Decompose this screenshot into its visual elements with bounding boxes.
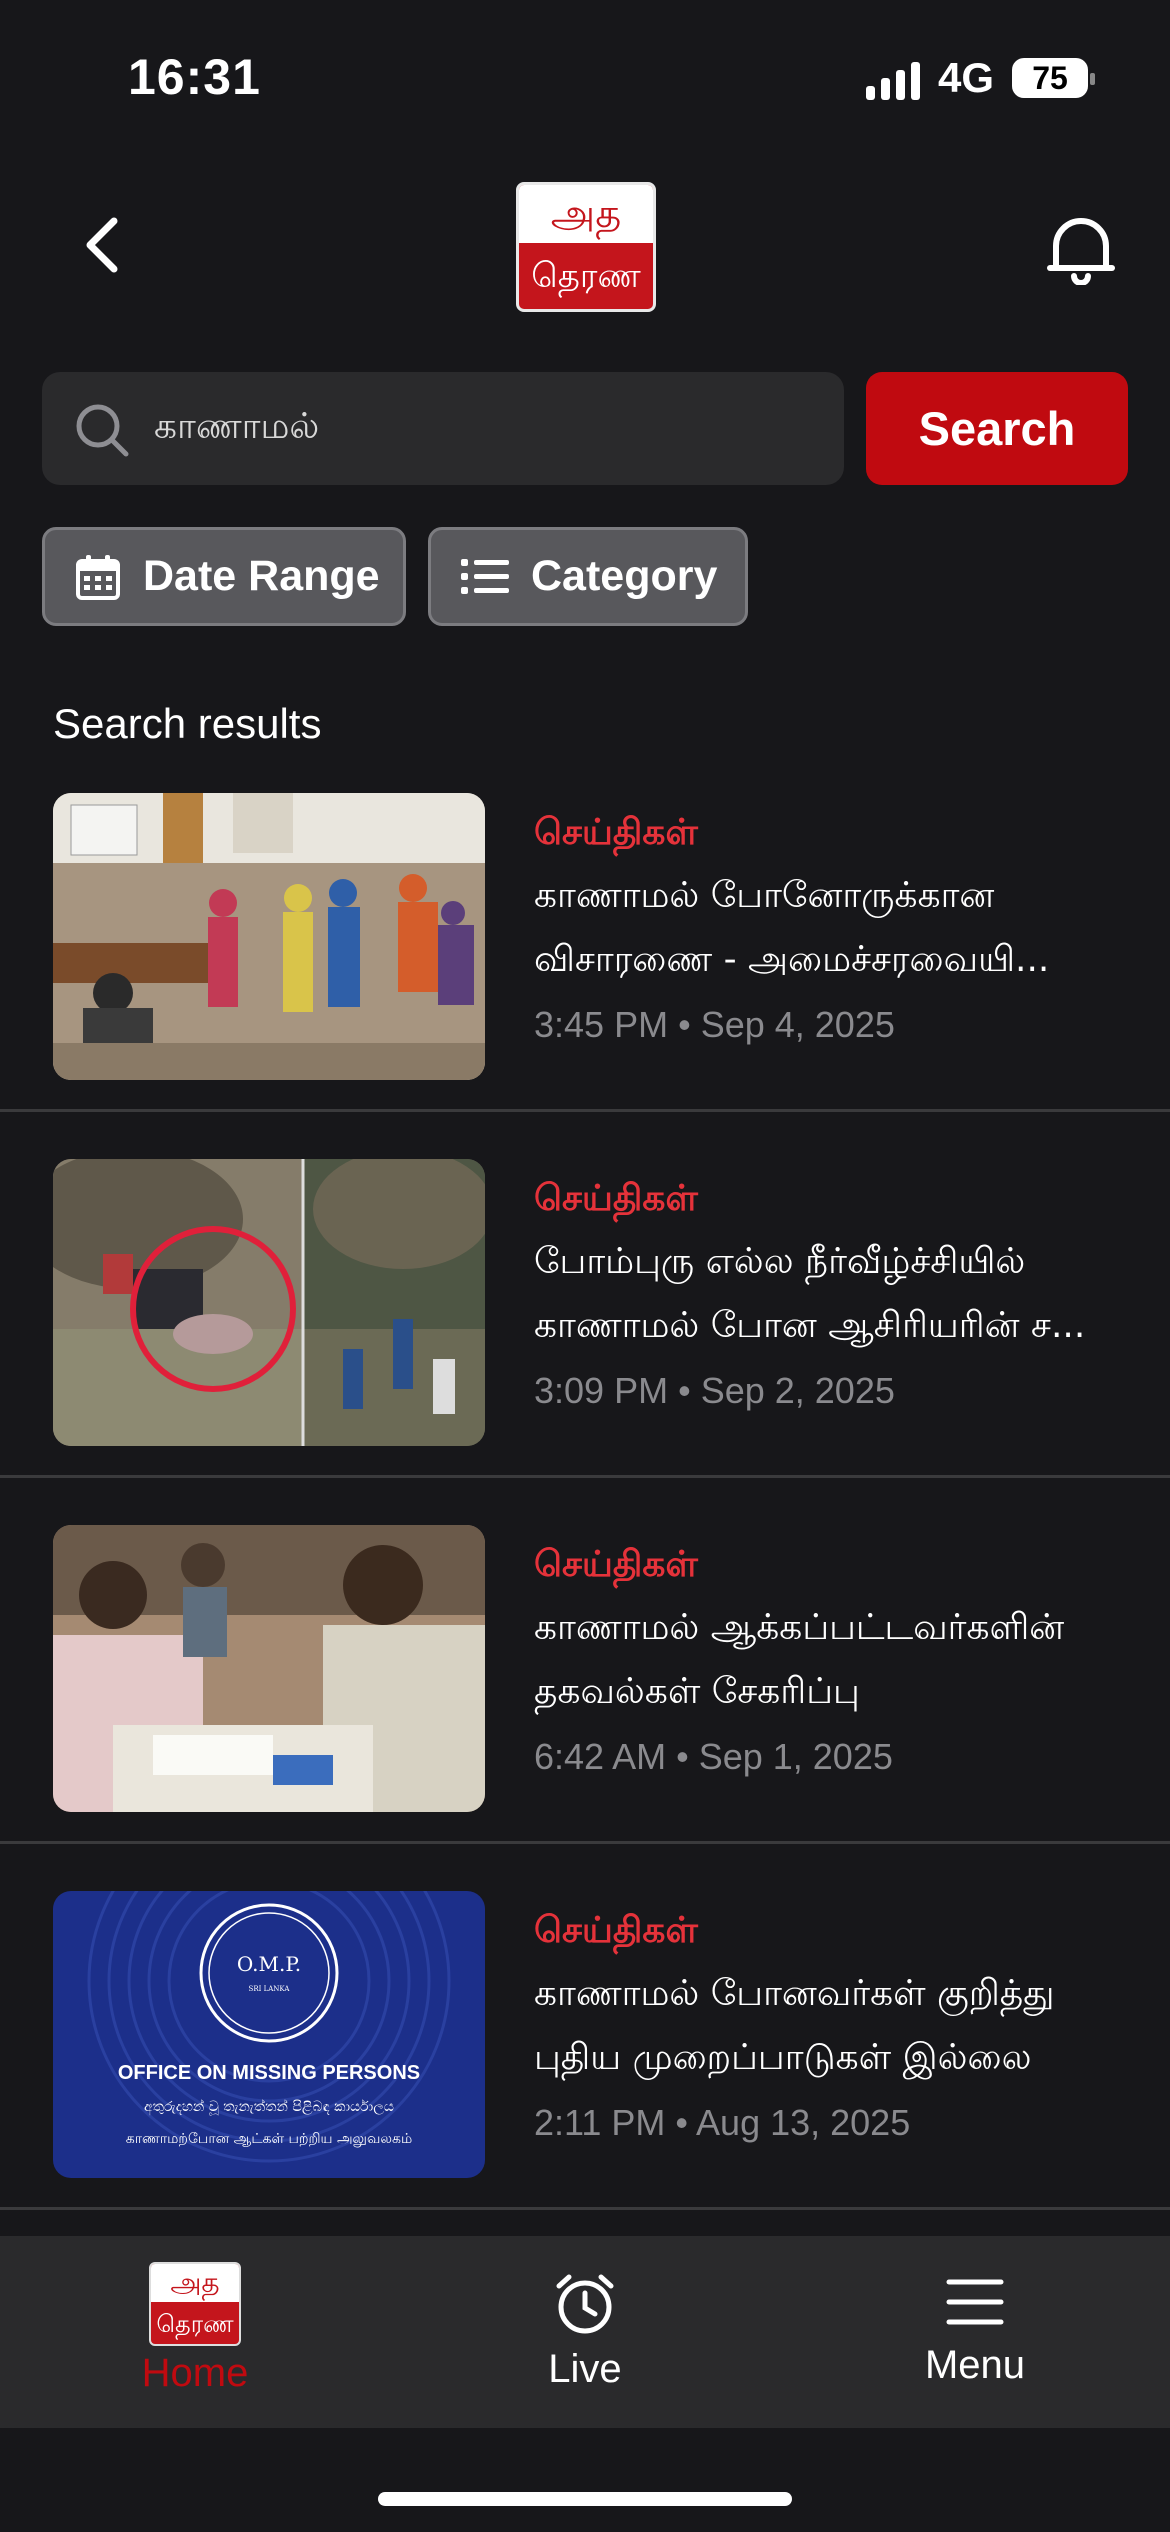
search-field[interactable]: காணாமல்	[42, 372, 844, 485]
result-time: 6:42 AM	[534, 1736, 667, 1777]
list-icon	[461, 558, 509, 594]
result-title-line: காணாமல் போனோருக்கான	[534, 875, 995, 916]
result-title[interactable]: காணாமல் ஆக்கப்பட்டவர்களின் தகவல்கள் சேகர…	[534, 1596, 1124, 1724]
result-time: 3:09 PM	[534, 1370, 669, 1411]
app-logo[interactable]: அத தெரண	[516, 182, 656, 312]
status-icons: 4G 75	[865, 54, 1095, 102]
category-button[interactable]: Category	[428, 527, 748, 626]
result-thumbnail[interactable]: O.M.P. SRI LANKA OFFICE ON MISSING PERSO…	[53, 1891, 485, 2178]
result-thumbnail[interactable]	[53, 1159, 485, 1446]
nav-home[interactable]: அத தெரண Home	[75, 2262, 315, 2396]
home-logo-bottom: தெரண	[156, 2310, 234, 2338]
result-title[interactable]: காணாமல் போனவர்கள் குறித்து புதிய முறைப்ப…	[534, 1962, 1124, 2090]
result-title-line: காணாமல் போனவர்கள் குறித்து	[534, 1973, 1055, 2014]
nav-home-label: Home	[141, 2351, 249, 2395]
result-category: செய்திகள்	[534, 1910, 698, 1951]
result-title-line: காணாமல் ஆக்கப்பட்டவர்களின்	[534, 1607, 1065, 1648]
bottom-nav: அத தெரண Home Live Menu	[0, 2236, 1170, 2428]
back-button[interactable]	[80, 215, 140, 275]
signal-icon	[865, 56, 920, 100]
result-meta: 6:42 AM • Sep 1, 2025	[534, 1736, 893, 1777]
documents-table-photo	[53, 1525, 485, 1812]
search-input[interactable]: காணாமல்	[154, 406, 319, 452]
omp-name: OFFICE ON MISSING PERSONS	[118, 2062, 420, 2084]
result-title-line: காணாமல் போன ஆசிரியரின் ச...	[534, 1305, 1086, 1346]
result-item[interactable]: செய்திகள் காணாமல் போனோருக்கான விசாரணை - …	[0, 746, 1170, 1112]
home-logo-icon: அத தெரண	[149, 2262, 241, 2346]
battery-icon: 75	[1012, 58, 1095, 98]
status-time: 16:31	[128, 49, 261, 105]
nav-live[interactable]: Live	[465, 2272, 705, 2392]
result-title[interactable]: போம்புரு எல்ல நீர்வீழ்ச்சியில் காணாமல் ப…	[534, 1230, 1124, 1358]
omp-banner: O.M.P. SRI LANKA OFFICE ON MISSING PERSO…	[53, 1891, 485, 2178]
omp-sinhala: අතුරුදහන් වූ තැනැත්තන් පිළිබඳ කාර්යාලය	[144, 2099, 394, 2116]
omp-tamil: காணாமற்போன ஆட்கள் பற்றிய அலுவலகம்	[126, 2131, 412, 2147]
result-date: Sep 2, 2025	[700, 1370, 895, 1411]
logo-top-text: அத	[519, 185, 653, 243]
result-category: செய்திகள்	[534, 1544, 698, 1585]
result-title-line: புதிய முறைப்பாடுகள் இல்லை	[534, 2037, 1032, 2078]
result-time: 2:11 PM	[534, 2102, 666, 2143]
result-category: செய்திகள்	[534, 812, 698, 853]
waterfall-rescue-photo	[53, 1159, 485, 1446]
app-header: அத தெரண	[0, 170, 1170, 320]
network-type: 4G	[937, 54, 994, 101]
result-title[interactable]: காணாமல் போனோருக்கான விசாரணை - அமைச்சரவைய…	[534, 864, 1124, 992]
result-title-line: விசாரணை - அமைச்சரவையி...	[534, 939, 1050, 980]
chevron-left-icon	[86, 217, 118, 273]
home-logo-top: அத	[151, 2264, 239, 2302]
search-icon	[76, 404, 129, 457]
result-item[interactable]: செய்திகள் காணாமல் ஆக்கப்பட்டவர்களின் தகவ…	[0, 1478, 1170, 1844]
status-bar: 16:31 4G 75	[0, 0, 1170, 150]
result-date: Sep 1, 2025	[698, 1736, 893, 1777]
battery-level: 75	[1032, 59, 1068, 96]
result-thumbnail[interactable]	[53, 793, 485, 1080]
result-category: செய்திகள்	[534, 1178, 698, 1219]
result-date: Aug 13, 2025	[696, 2102, 911, 2143]
result-title-line: தகவல்கள் சேகரிப்பு	[534, 1671, 860, 1712]
category-label: Category	[531, 552, 718, 600]
omp-country: SRI LANKA	[249, 1985, 291, 1993]
alarm-clock-icon	[556, 2274, 614, 2334]
date-range-label: Date Range	[143, 552, 380, 600]
result-meta: 3:45 PM • Sep 4, 2025	[534, 1004, 895, 1045]
result-time: 3:45 PM	[534, 1004, 669, 1045]
notifications-button[interactable]	[1046, 210, 1116, 286]
search-button[interactable]: Search	[866, 372, 1128, 485]
result-meta: 2:11 PM • Aug 13, 2025	[534, 2102, 911, 2143]
nav-menu[interactable]: Menu	[855, 2272, 1095, 2388]
omp-abbr: O.M.P.	[237, 1952, 301, 1976]
result-meta: 3:09 PM • Sep 2, 2025	[534, 1370, 895, 1411]
logo-bottom-text: தெரண	[531, 256, 641, 296]
nav-live-label: Live	[548, 2347, 622, 2391]
meeting-hall-photo	[53, 793, 485, 1080]
result-item[interactable]: செய்திகள் போம்புரு எல்ல நீர்வீழ்ச்சியில்…	[0, 1112, 1170, 1478]
result-item[interactable]: O.M.P. SRI LANKA OFFICE ON MISSING PERSO…	[0, 1844, 1170, 2210]
hamburger-menu-icon	[946, 2279, 1004, 2325]
nav-menu-label: Menu	[924, 2343, 1026, 2387]
bell-icon	[1047, 218, 1115, 286]
result-title-line: போம்புரு எல்ல நீர்வீழ்ச்சியில்	[534, 1241, 1026, 1282]
date-range-button[interactable]: Date Range	[42, 527, 406, 626]
home-indicator[interactable]	[378, 2492, 792, 2506]
result-thumbnail[interactable]	[53, 1525, 485, 1812]
calendar-icon	[76, 554, 120, 600]
result-date: Sep 4, 2025	[700, 1004, 895, 1045]
results-heading: Search results	[53, 700, 322, 747]
